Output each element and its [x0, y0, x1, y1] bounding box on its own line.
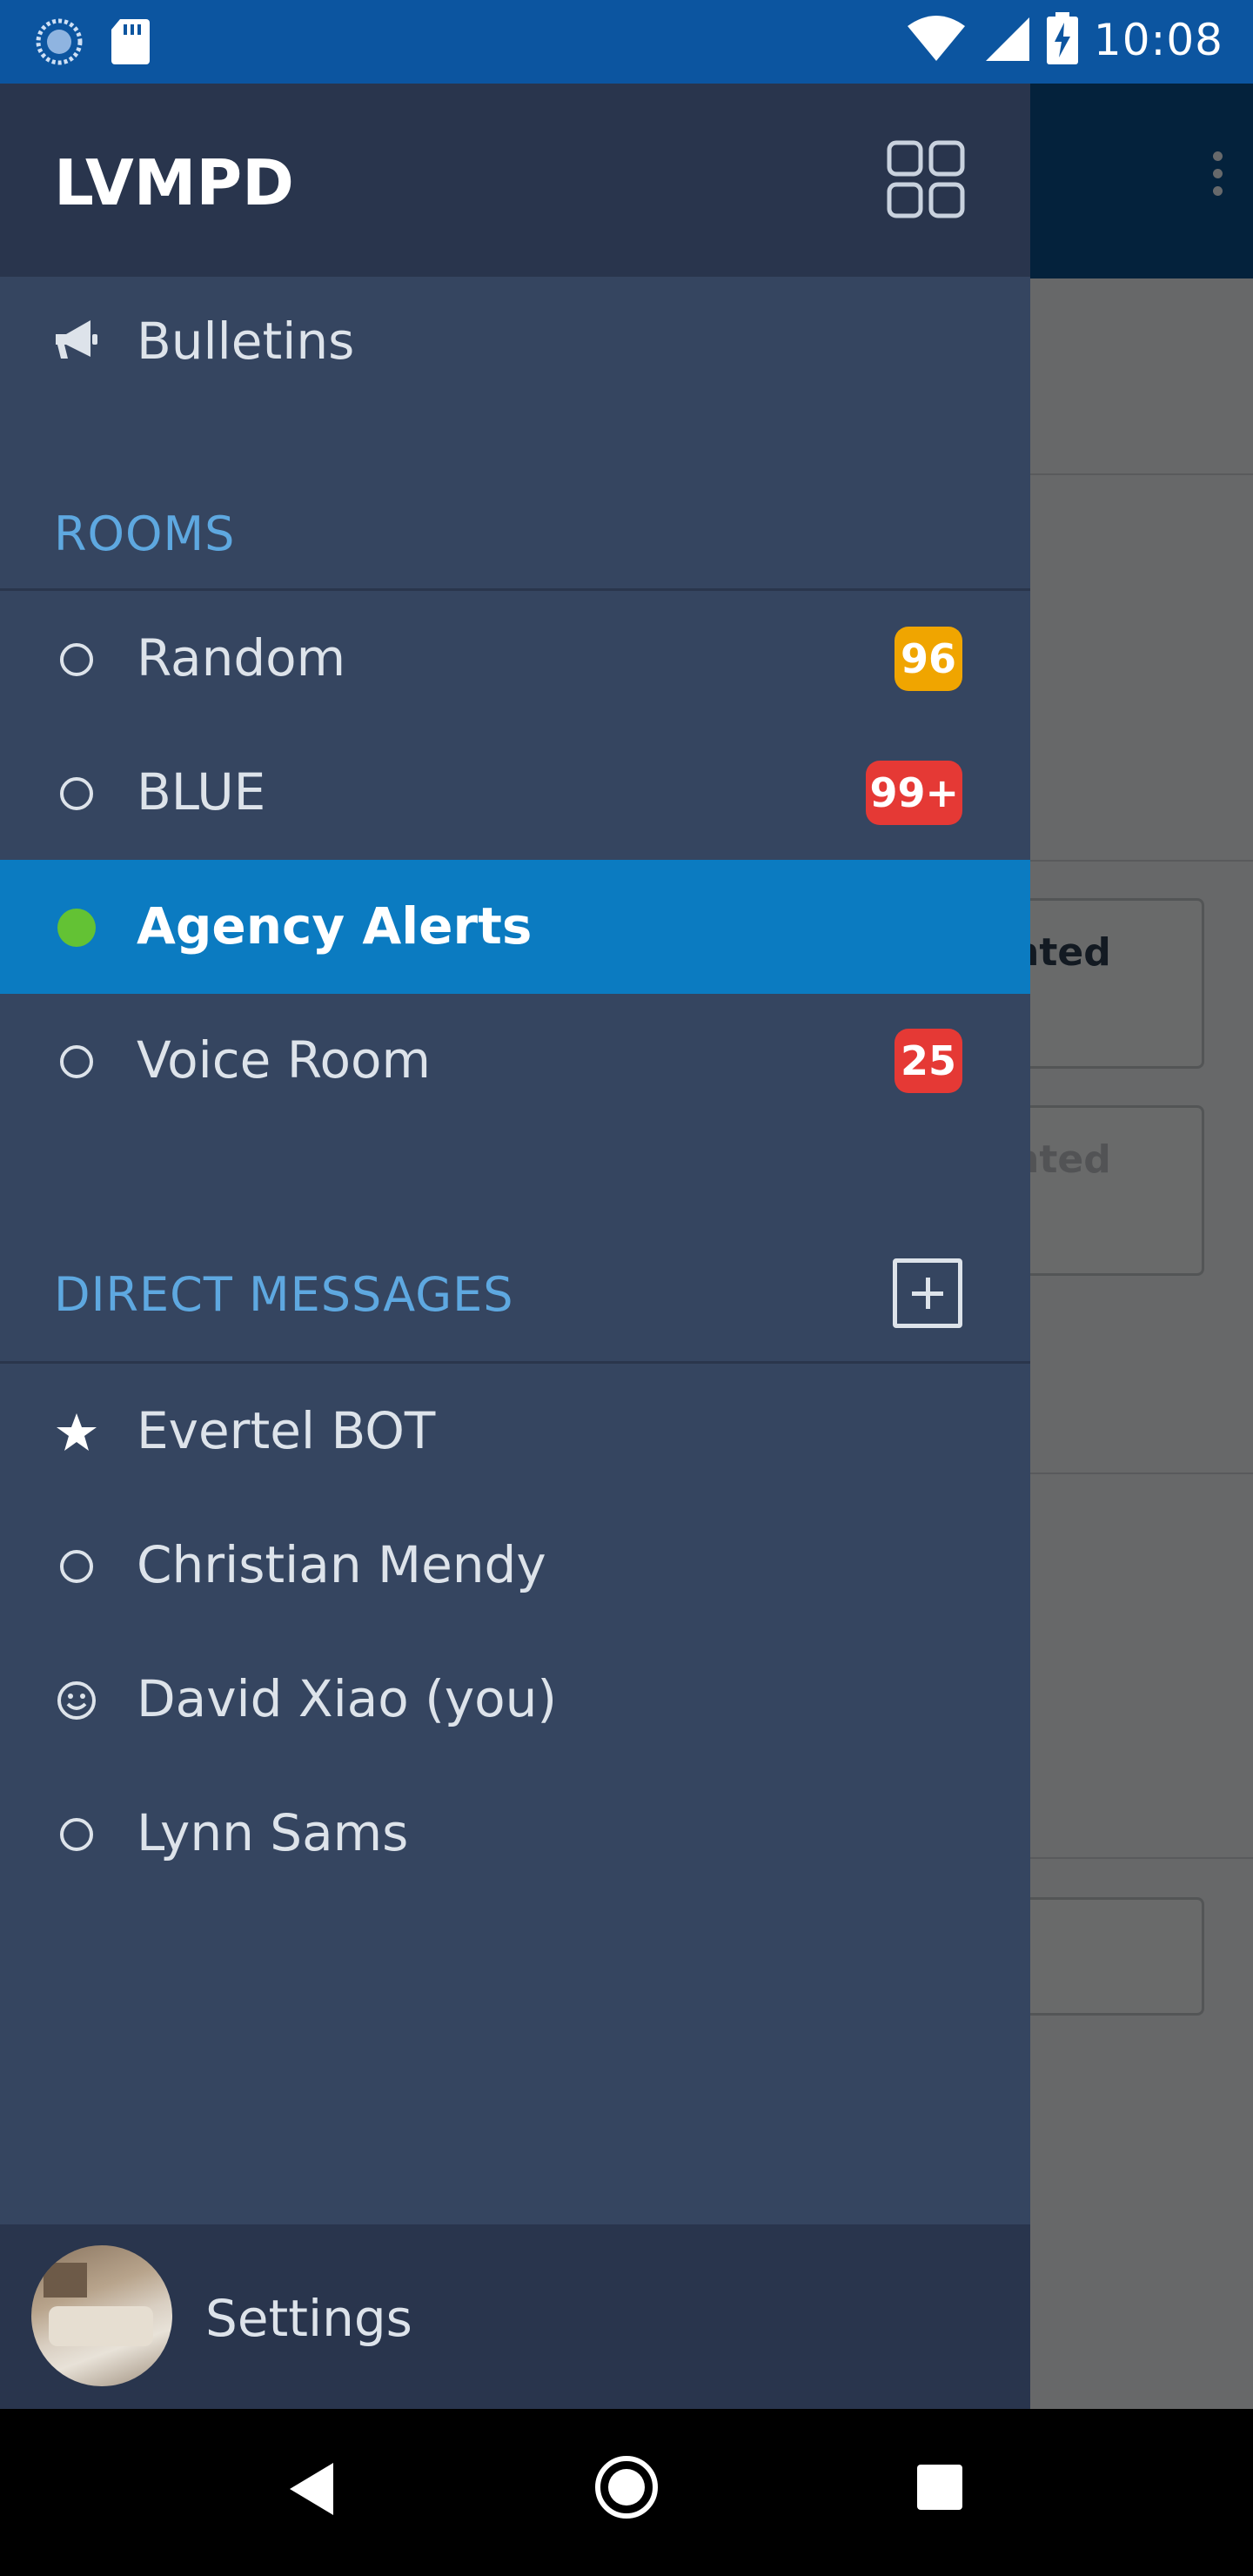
dm-item-evertel-bot[interactable]: Evertel BOT	[0, 1365, 1030, 1499]
battery-charging-icon	[1046, 12, 1078, 68]
add-direct-message-button[interactable]	[893, 1258, 962, 1328]
unread-badge: 25	[895, 1029, 962, 1093]
status-circle-icon	[60, 777, 93, 810]
room-item-random[interactable]: Random 96	[0, 592, 1030, 726]
recent-apps-icon[interactable]	[917, 2465, 962, 2510]
status-circle-icon	[60, 1045, 93, 1078]
room-label: BLUE	[137, 762, 266, 822]
room-label: Voice Room	[137, 1030, 431, 1090]
active-status-icon	[57, 909, 96, 947]
smiley-icon	[52, 1680, 101, 1721]
unread-badge: 99+	[866, 761, 962, 825]
megaphone-icon	[52, 313, 101, 366]
star-icon	[52, 1408, 101, 1457]
dm-divider	[0, 1361, 1030, 1364]
user-avatar[interactable]	[31, 2245, 172, 2386]
status-circle-icon	[60, 643, 93, 676]
dm-item-david-xiao[interactable]: David Xiao (you)	[0, 1633, 1030, 1767]
status-time: 10:08	[1093, 15, 1223, 65]
settings-item[interactable]: Settings	[0, 2224, 1030, 2409]
back-icon[interactable]	[290, 2463, 333, 2515]
dm-label: David Xiao (you)	[137, 1669, 558, 1728]
circle-outline-icon	[60, 1550, 93, 1583]
agency-title: LVMPD	[54, 146, 294, 219]
dm-label: Christian Mendy	[137, 1535, 546, 1594]
wifi-icon	[906, 14, 967, 66]
unread-badge: 96	[895, 627, 962, 691]
sd-card-icon	[110, 17, 151, 70]
sync-icon	[35, 17, 84, 70]
home-icon[interactable]	[595, 2456, 658, 2519]
direct-messages-header: DIRECT MESSAGES	[54, 1267, 514, 1322]
circle-outline-icon	[60, 1818, 93, 1851]
grid-apps-icon[interactable]	[884, 138, 968, 221]
dm-item-christian-mendy[interactable]: Christian Mendy	[0, 1499, 1030, 1633]
navigation-drawer: LVMPD Bulletins ROOMS Random 96 BLUE 99+…	[0, 84, 1030, 2409]
settings-label: Settings	[205, 2289, 412, 2348]
room-label: Agency Alerts	[137, 896, 533, 956]
rooms-divider	[0, 588, 1030, 591]
dm-label: Evertel BOT	[137, 1401, 436, 1460]
dm-label: Lynn Sams	[137, 1803, 409, 1862]
room-item-blue[interactable]: BLUE 99+	[0, 726, 1030, 860]
bulletins-item[interactable]: Bulletins	[0, 277, 1030, 407]
drawer-header: LVMPD	[0, 84, 1030, 277]
room-item-agency-alerts[interactable]: Agency Alerts	[0, 860, 1030, 994]
dm-item-lynn-sams[interactable]: Lynn Sams	[0, 1767, 1030, 1901]
system-navigation-bar	[0, 2409, 1253, 2576]
room-item-voice-room[interactable]: Voice Room 25	[0, 994, 1030, 1128]
status-bar: 10:08	[0, 0, 1253, 84]
rooms-header: ROOMS	[54, 506, 236, 561]
bulletins-label: Bulletins	[137, 312, 355, 371]
signal-icon	[982, 14, 1031, 66]
room-label: Random	[137, 628, 346, 688]
